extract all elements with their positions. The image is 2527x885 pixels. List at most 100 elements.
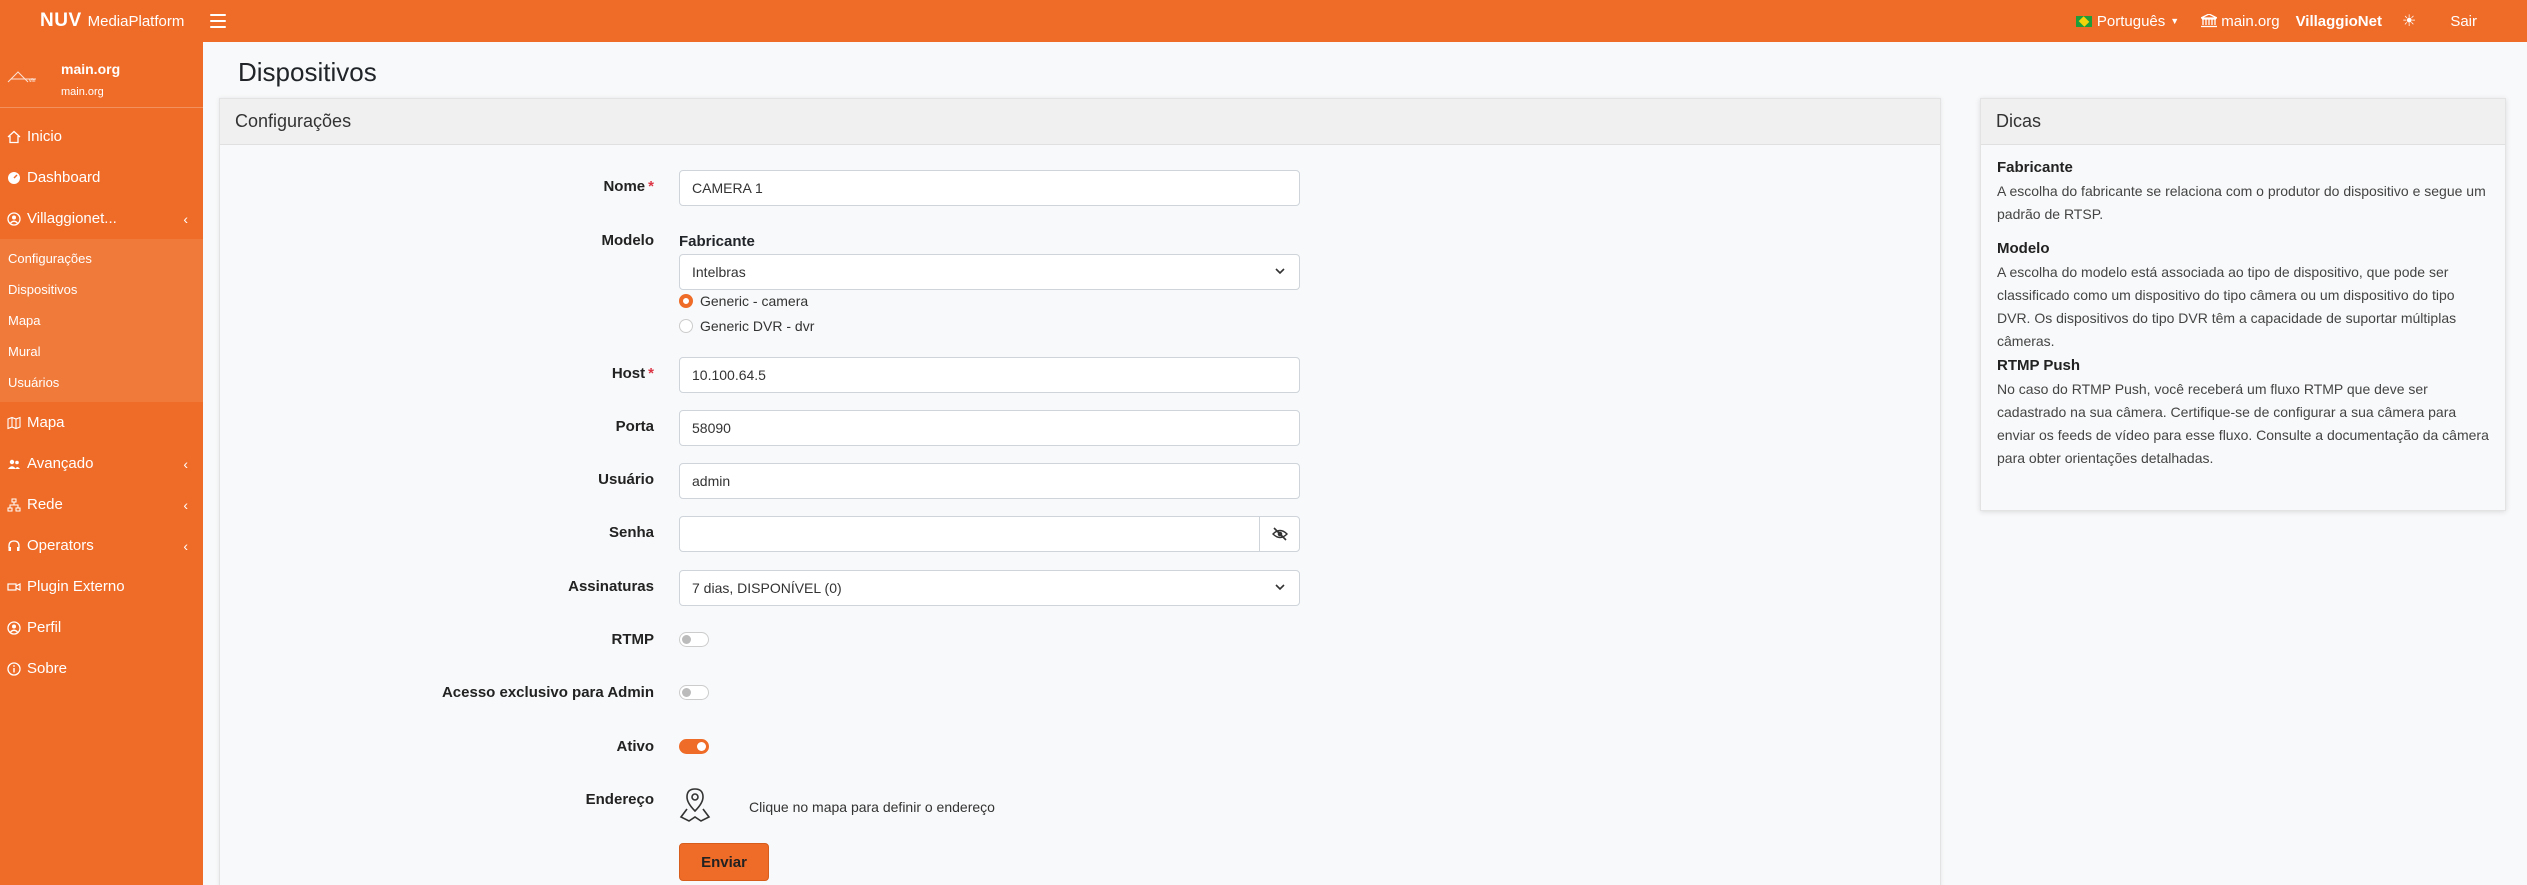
sidebar-item-plugin-externo[interactable]: Plugin Externo [0,566,203,607]
sidebar-item-label: Villaggionet... [27,210,117,227]
required-marker: * [648,365,654,382]
submenu-item-mapa[interactable]: Mapa [0,305,203,336]
submenu-item-mural[interactable]: Mural [0,336,203,367]
nome-input-value: CAMERA 1 [692,180,763,196]
top-navbar: NUV MediaPlatform Português ▼ main.org V… [0,0,2527,42]
users-icon [7,457,21,471]
radio-generic-camera[interactable]: Generic - camera [679,293,808,309]
admin-only-label: Acesso exclusivo para Admin [441,684,654,701]
map-pin-icon[interactable] [679,787,711,823]
chevron-down-icon [1275,584,1285,591]
fabricante-select-value: Intelbras [692,264,746,280]
toggle-knob [697,742,706,751]
toggle-knob [682,635,691,644]
sidebar-item-mapa[interactable]: Mapa [0,402,203,443]
assinaturas-label: Assinaturas [568,578,654,595]
chevron-left-icon: ‹ [183,456,188,472]
usuario-input-value: admin [692,473,731,489]
sidebar-item-label: Rede [27,496,63,513]
brand-logo[interactable]: NUV MediaPlatform [40,10,200,32]
required-marker: * [648,178,654,195]
endereco-label: Endereço [585,791,654,808]
radio-button-checked[interactable] [679,294,693,308]
sidebar-item-operators[interactable]: Operators ‹ [0,525,203,566]
host-label-text: Host [611,365,646,382]
rtmp-label: RTMP [611,631,655,648]
language-label: Português [2096,12,2166,30]
ativo-label: Ativo [616,738,655,755]
eye-slash-icon [1271,527,1288,541]
tip-title: RTMP Push [1997,357,2081,374]
submenu-item-dispositivos[interactable]: Dispositivos [0,274,203,305]
chevron-left-icon: ‹ [183,211,188,227]
radio-generic-dvr[interactable]: Generic DVR - dvr [679,318,814,334]
sidebar-item-perfil[interactable]: Perfil [0,607,203,648]
sidebar-item-dashboard[interactable]: Dashboard [0,157,203,198]
sidebar-item-label: Dashboard [27,169,101,186]
toggle-password-visibility-button[interactable] [1259,517,1299,551]
tip-text: No caso do RTMP Push, você receberá um f… [1997,381,2489,466]
sidebar-item-label: Perfil [27,619,62,636]
logout-link[interactable]: Sair [2450,13,2477,30]
sidebar-item-inicio[interactable]: Inicio [0,116,203,157]
tips-title: Dicas [1981,99,2505,145]
porta-input[interactable]: 58090 [679,410,1300,446]
sidebar-item-label: Operators [27,537,94,554]
sidebar-item-rede[interactable]: Rede ‹ [0,484,203,525]
porta-label: Porta [615,418,654,435]
ativo-toggle[interactable] [679,739,709,754]
fabricante-select[interactable]: Intelbras [679,254,1300,290]
brand-bold: NUV [40,10,82,31]
host-input-value: 10.100.64.5 [692,367,766,383]
video-icon [7,580,21,594]
sidebar-item-villaggionet[interactable]: Villaggionet... ‹ [0,198,203,239]
current-org-name[interactable]: VillaggioNet [2296,13,2382,30]
submit-button[interactable]: Enviar [679,843,769,881]
radio-button[interactable] [679,319,693,333]
chevron-left-icon: ‹ [183,497,188,513]
senha-input[interactable] [679,516,1300,552]
toggle-knob [682,688,691,697]
sidebar-item-sobre[interactable]: Sobre [0,648,203,689]
host-input[interactable]: 10.100.64.5 [679,357,1300,393]
admin-only-toggle[interactable] [679,685,709,700]
user-circle-icon [7,211,21,226]
dashboard-icon [7,171,21,185]
usuario-input[interactable]: admin [679,463,1300,499]
radio-label: Generic DVR - dvr [700,318,815,334]
nome-input[interactable]: CAMERA 1 [679,170,1300,206]
menu-toggle-icon[interactable] [210,14,226,28]
home-icon [7,130,21,144]
submenu-item-usuarios[interactable]: Usuários [0,367,203,398]
rtmp-toggle[interactable] [679,632,709,647]
sidebar-item-label: Avançado [27,455,94,472]
brazil-flag-icon [2075,15,2092,27]
brand-name: MediaPlatform [87,13,185,30]
tips-card: Dicas Fabricante A escolha do fabricante… [1980,98,2506,511]
nome-label: Nome * [603,178,654,195]
institution-icon [2201,14,2218,28]
org-link-label: main.org [2221,12,2280,30]
language-dropdown[interactable]: Português ▼ [2075,12,2180,30]
radio-label: Generic - camera [700,293,809,309]
sidebar-item-label: Sobre [27,660,68,677]
porta-input-value: 58090 [692,420,731,436]
assinaturas-select[interactable]: 7 dias, DISPONÍVEL (0) [679,570,1300,606]
usuario-label: Usuário [598,471,654,488]
sidebar-item-avancado[interactable]: Avançado ‹ [0,443,203,484]
headset-icon [7,539,21,553]
device-settings-card: Configurações Nome * CAMERA 1 Modelo Fabr… [219,98,1941,885]
chevron-down-icon: ▼ [2170,16,2180,26]
org-link[interactable]: main.org [2201,12,2280,30]
assinaturas-select-value: 7 dias, DISPONÍVEL (0) [692,580,842,596]
modelo-label: Modelo [601,232,655,249]
sidebar-item-label: Inicio [27,128,63,145]
page-title: Dispositivos [238,57,377,87]
info-icon [7,661,21,676]
submenu-item-configuracoes[interactable]: Configurações [0,243,203,274]
theme-toggle-sun-icon[interactable]: ☀ [2402,11,2416,31]
map-hint-text: Clique no mapa para definir o endereço [749,799,995,815]
user-subtitle: main.org [61,86,104,98]
tip-title: Fabricante [1997,159,2073,176]
sidebar-item-label: Plugin Externo [27,578,125,595]
